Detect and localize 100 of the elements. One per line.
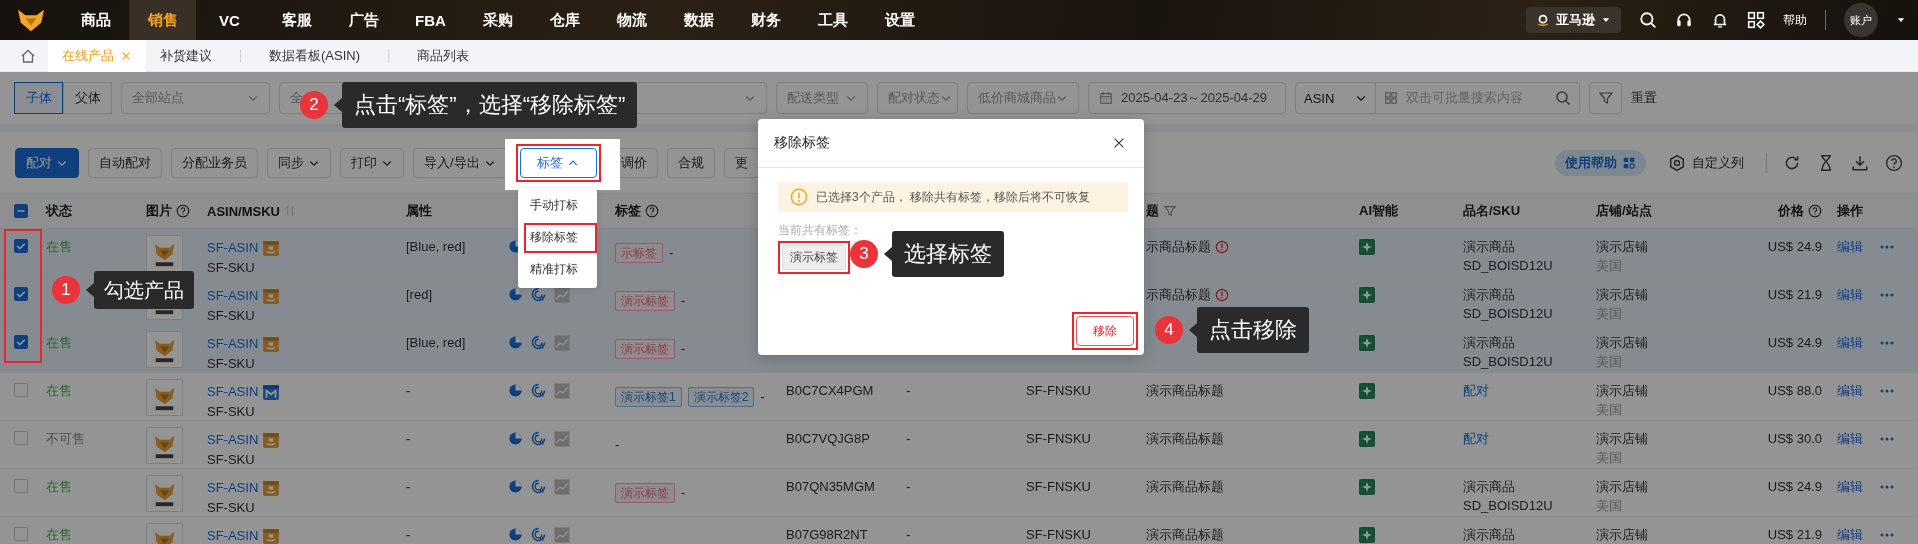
edit-link[interactable]: 编辑 (1837, 527, 1863, 544)
sku-text: SF-SKU (207, 260, 256, 276)
edit-link[interactable]: 编辑 (1837, 383, 1863, 420)
fnsku-text: SF-FNSKU (1026, 431, 1092, 447)
cell-text: - (906, 383, 912, 399)
column-header: 图片 (146, 202, 172, 220)
asin-link[interactable]: SF-ASIN (207, 240, 259, 256)
title-text: 示商品标题 (1146, 239, 1211, 255)
tab[interactable]: 商品列表 (403, 39, 483, 72)
cell-text: - (906, 479, 912, 495)
edit-link[interactable]: 编辑 (1837, 335, 1863, 372)
tag-note: - (681, 484, 686, 501)
nav-item[interactable]: 采购 (464, 0, 531, 40)
store-name: 演示店铺 (1596, 335, 1649, 351)
help-link[interactable]: 帮助 (1783, 11, 1807, 29)
dropdown-button[interactable]: 导入/导出 (413, 147, 507, 178)
asin-link[interactable]: SF-ASIN (207, 288, 259, 304)
remove-button[interactable]: 移除 (1076, 316, 1134, 346)
mode-toggle[interactable]: 子体 (14, 82, 63, 114)
sku-text: SF-SKU (207, 500, 256, 516)
price-text: US$ 24.9 (1767, 479, 1822, 495)
field-label: 当前共有标签： (778, 222, 862, 239)
attribute-text: - (406, 383, 412, 399)
toolbar-button[interactable]: 自动配对 (88, 147, 162, 178)
nav-item[interactable]: 客服 (263, 0, 330, 40)
status-text: 在售 (46, 335, 73, 351)
platform-dropdown[interactable]: 亚马逊 (1526, 7, 1621, 33)
asin-link[interactable]: SF-ASIN (207, 528, 259, 544)
tab[interactable]: 数据看板(ASIN) (255, 39, 374, 72)
menu-item[interactable]: 精准打标 (517, 256, 597, 283)
sku-text: SF-SKU (207, 356, 256, 372)
tag-chip[interactable]: 演示标签 (782, 245, 846, 270)
toolbar-button[interactable]: 合规 (666, 147, 715, 178)
nav-item[interactable]: 财务 (732, 0, 799, 40)
price-text: US$ 30.0 (1767, 431, 1822, 447)
cell-text: - (906, 431, 912, 447)
price-text: US$ 24.9 (1767, 335, 1822, 351)
cell-text: - (906, 527, 912, 543)
menu-item[interactable]: 移除标签 (525, 224, 582, 251)
tag: 演示标签 (615, 290, 675, 311)
sku-text: SF-SKU (207, 404, 256, 420)
dropdown-button[interactable]: 同步 (267, 147, 331, 178)
nav-item[interactable]: 广告 (330, 0, 397, 40)
nav-item[interactable]: 工具 (799, 0, 866, 40)
asin-link[interactable]: SF-ASIN (207, 480, 259, 496)
product-name: 演示商品 (1463, 479, 1516, 495)
asin-link[interactable]: SF-ASIN (207, 384, 259, 400)
nav-item[interactable]: FBA (397, 0, 464, 40)
sku-text: SD_BOISD12U (1463, 498, 1554, 514)
account-avatar[interactable]: 账户 (1844, 3, 1878, 37)
dropdown-button[interactable]: 标签 (519, 147, 597, 178)
nav-item[interactable]: 数据 (665, 0, 732, 40)
nav-item[interactable]: VC (196, 0, 263, 40)
date-range-field[interactable]: 2025-04-23～2025-04-29 (1088, 82, 1286, 114)
status-text: 不可售 (46, 431, 86, 447)
price-text: US$ 21.9 (1767, 287, 1822, 303)
dropdown-button[interactable]: 配对 (15, 147, 79, 178)
nav-item[interactable]: 销售 (129, 0, 196, 40)
toolbar-button[interactable]: 分配业务员 (171, 147, 258, 178)
edit-link[interactable]: 编辑 (1837, 239, 1863, 276)
nav-item[interactable]: 仓库 (531, 0, 598, 40)
search-type-select[interactable]: ASIN (1295, 82, 1376, 114)
select-placeholder: 配送类型 (787, 89, 839, 107)
title-text: 演示商品标题 (1146, 431, 1224, 447)
column-header: 价格 (1778, 202, 1804, 220)
asin-code: B07QN35MGM (786, 479, 876, 495)
product-name: 演示商品 (1463, 335, 1516, 351)
column-header: 操作 (1837, 202, 1863, 220)
fnsku-text: SF-FNSKU (1026, 383, 1092, 399)
nav-item[interactable]: 物流 (598, 0, 665, 40)
select-placeholder: 全部站点 (132, 89, 184, 107)
sku-text: SD_BOISD12U (1463, 354, 1554, 370)
store-name: 演示店铺 (1596, 479, 1649, 495)
custom-columns-button[interactable]: 自定义列 (1662, 152, 1750, 173)
reset-link[interactable]: 重置 (1631, 89, 1657, 107)
mode-toggle[interactable]: 父体 (63, 82, 112, 114)
nav-item[interactable]: 设置 (866, 0, 933, 40)
asin-code: B07G98R2NT (786, 527, 869, 543)
edit-link[interactable]: 编辑 (1837, 479, 1863, 516)
dialog-title: 移除标签 (774, 134, 830, 152)
attribute-text: - (406, 431, 412, 447)
alert-text: 已选择3个产品， 移除共有标签，移除后将不可恢复 (816, 188, 1090, 206)
tab[interactable]: 补货建议 (146, 39, 226, 72)
edit-link[interactable]: 编辑 (1837, 431, 1863, 468)
select-value: ASIN (1304, 90, 1335, 106)
store-name: 演示店铺 (1596, 383, 1649, 399)
menu-item[interactable]: 手动打标 (517, 192, 597, 219)
store-name: 演示店铺 (1596, 239, 1649, 255)
asin-link[interactable]: SF-ASIN (207, 432, 259, 448)
asin-link[interactable]: SF-ASIN (207, 336, 259, 352)
tag: 示标签 (615, 242, 663, 263)
toolbar-button[interactable]: 更 (723, 147, 759, 178)
title-text: 演示商品标题 (1146, 383, 1224, 399)
edit-link[interactable]: 编辑 (1837, 287, 1863, 324)
sku-text: SF-SKU (207, 452, 256, 468)
date-range-text: 2025-04-23～2025-04-29 (1121, 89, 1267, 107)
nav-item[interactable]: 商品 (62, 0, 129, 40)
title-text: 演示商品标题 (1146, 527, 1224, 543)
column-header: 标签 (615, 202, 641, 220)
dropdown-button[interactable]: 打印 (340, 147, 404, 178)
